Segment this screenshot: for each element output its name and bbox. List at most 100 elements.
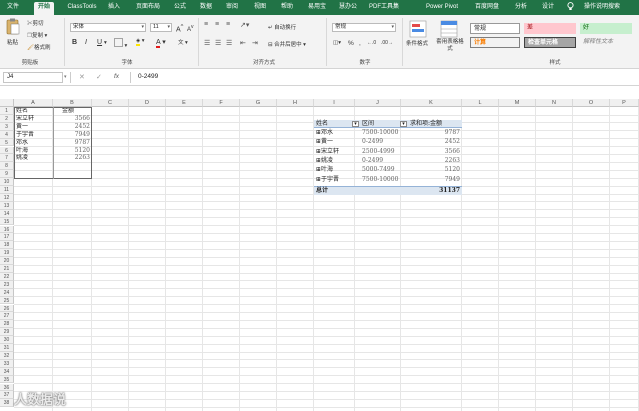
amount-cell[interactable]: 2263 <box>54 154 91 162</box>
column-header-h[interactable]: H <box>277 99 314 107</box>
row-header-16[interactable]: 16 <box>0 225 14 234</box>
name-cell[interactable]: 姚凌 <box>15 154 53 162</box>
tab-home[interactable]: 开始 <box>34 2 54 15</box>
cut-button[interactable]: ✂剪切 <box>27 19 44 27</box>
pivot-sum-cell[interactable]: 5120 <box>420 166 460 174</box>
column-header-p[interactable]: P <box>610 99 639 107</box>
style-explanatory[interactable]: 解释性文本 <box>580 37 632 48</box>
pivot-sum-cell[interactable]: 2452 <box>420 138 460 146</box>
align-left-icon[interactable]: ☰ <box>204 39 210 47</box>
amount-cell[interactable]: 5120 <box>54 147 91 155</box>
column-header-n[interactable]: N <box>536 99 573 107</box>
wrap-text-button[interactable]: ↵ 自动换行 <box>268 23 296 31</box>
tab-pdf-tools[interactable]: PDF工具集 <box>366 2 402 13</box>
formula-input[interactable]: 0-2499 <box>138 73 158 80</box>
percent-icon[interactable]: % <box>348 40 354 47</box>
column-header-d[interactable]: D <box>129 99 166 107</box>
style-normal[interactable]: 常规 <box>470 23 520 34</box>
bold-button[interactable]: B <box>72 39 77 46</box>
pivot-row-label[interactable]: ⊞宋立轩 <box>316 148 339 156</box>
row-header-30[interactable]: 30 <box>0 336 14 344</box>
tab-view[interactable]: 视图 <box>252 2 268 13</box>
column-header-c[interactable]: C <box>92 99 129 107</box>
align-top-icon[interactable]: ≡ <box>204 21 208 28</box>
tab-insert[interactable]: 插入 <box>106 2 122 13</box>
decrease-indent-icon[interactable]: ⇤ <box>240 39 246 47</box>
pivot-range-cell[interactable]: 5000-7499 <box>362 166 395 174</box>
name-cell[interactable]: 邓水 <box>15 139 53 147</box>
merge-center-button[interactable]: ⊟ 合并后居中 ▾ <box>268 40 306 48</box>
select-all-corner[interactable] <box>0 99 14 107</box>
name-cell[interactable]: 宋立轩 <box>15 115 53 123</box>
row-header-20[interactable]: 20 <box>0 257 14 265</box>
amount-cell[interactable]: 3566 <box>54 115 91 123</box>
row-header-29[interactable]: 29 <box>0 328 14 337</box>
column-header-g[interactable]: G <box>240 99 277 107</box>
row-header-7[interactable]: 7 <box>0 154 14 163</box>
column-header-l[interactable]: L <box>462 99 499 107</box>
italic-button[interactable]: I <box>85 39 87 46</box>
name-box-dropdown-icon[interactable]: ▾ <box>64 74 67 80</box>
pivot-row-label[interactable]: ⊞叶海 <box>316 166 333 174</box>
column-header-f[interactable]: F <box>203 99 240 107</box>
pivot-row-label[interactable]: ⊞邓水 <box>316 129 333 137</box>
row-header-31[interactable]: 31 <box>0 344 14 352</box>
row-header-10[interactable]: 10 <box>0 178 14 186</box>
decrease-font-icon[interactable]: Av <box>187 24 194 33</box>
tab-file[interactable]: 文件 <box>4 2 22 13</box>
tab-analyze[interactable]: 分析 <box>513 2 529 13</box>
header-cell-name[interactable]: 姓名 <box>15 107 53 115</box>
tab-easy-tools[interactable]: 易用宝 <box>306 2 328 13</box>
row-header-22[interactable]: 22 <box>0 272 14 281</box>
decrease-decimal-icon[interactable]: .00→ <box>381 40 393 46</box>
font-size-combo[interactable]: 11 ▾ <box>150 23 172 32</box>
style-bad[interactable]: 差 <box>524 23 576 34</box>
row-header-17[interactable]: 17 <box>0 233 14 242</box>
row-header-6[interactable]: 6 <box>0 146 14 155</box>
row-header-21[interactable]: 21 <box>0 265 14 273</box>
column-header-i[interactable]: I <box>314 99 355 107</box>
increase-font-icon[interactable]: A^ <box>176 24 183 33</box>
row-header-2[interactable]: 2 <box>0 114 14 123</box>
pivot-row-label[interactable]: ⊞黄一 <box>316 138 333 146</box>
column-header-a[interactable]: A <box>14 99 53 107</box>
pivot-header-range[interactable]: 区间 <box>362 120 374 128</box>
name-cell[interactable]: 黄一 <box>15 123 53 131</box>
align-right-icon[interactable]: ☰ <box>226 39 232 47</box>
fill-color-icon[interactable]: ◈ ▾ <box>136 38 145 46</box>
amount-cell[interactable]: 2452 <box>54 123 91 131</box>
amount-cell[interactable]: 9787 <box>54 139 91 147</box>
tab-design[interactable]: 设计 <box>540 2 556 13</box>
tab-formulas[interactable]: 公式 <box>172 2 188 13</box>
format-painter-button[interactable]: 🖌格式刷 <box>27 43 51 51</box>
pivot-header-name[interactable]: 姓名 <box>316 120 328 128</box>
column-header-k[interactable]: K <box>401 99 462 107</box>
row-header-8[interactable]: 8 <box>0 162 14 171</box>
tab-power-pivot[interactable]: Power Pivot <box>422 2 462 13</box>
orientation-icon[interactable]: ↗▾ <box>240 21 249 29</box>
align-bottom-icon[interactable]: ≡ <box>226 21 230 28</box>
style-check-cell[interactable]: 检查单元格 <box>524 37 576 48</box>
pivot-range-cell[interactable]: 7500-10000 <box>362 129 398 137</box>
row-header-24[interactable]: 24 <box>0 288 14 297</box>
row-header-34[interactable]: 34 <box>0 367 14 376</box>
row-header-35[interactable]: 35 <box>0 375 14 384</box>
increase-indent-icon[interactable]: ⇥ <box>252 39 258 47</box>
pivot-row-label[interactable]: ⊞于宇晋 <box>316 176 339 184</box>
pivot-total-value[interactable]: 31137 <box>420 187 460 195</box>
column-header-j[interactable]: J <box>355 99 401 107</box>
row-header-19[interactable]: 19 <box>0 249 14 258</box>
paste-icon[interactable] <box>6 18 20 36</box>
filter-dropdown-icon[interactable]: ▾ <box>400 121 407 127</box>
cancel-icon[interactable]: ✕ <box>79 73 85 81</box>
number-format-combo[interactable]: 常规 ▾ <box>332 23 396 32</box>
borders-icon[interactable]: ▾ <box>114 38 127 49</box>
row-header-9[interactable]: 9 <box>0 170 14 179</box>
phonetic-icon[interactable]: 文 ▾ <box>178 38 188 46</box>
pivot-row-label[interactable]: ⊞姚凌 <box>316 157 333 165</box>
tab-review[interactable]: 审阅 <box>224 2 240 13</box>
pivot-sum-cell[interactable]: 7949 <box>420 176 460 184</box>
align-middle-icon[interactable]: ≡ <box>215 21 219 28</box>
column-header-b[interactable]: B <box>53 99 92 107</box>
pivot-range-cell[interactable]: 0-2499 <box>362 138 383 146</box>
